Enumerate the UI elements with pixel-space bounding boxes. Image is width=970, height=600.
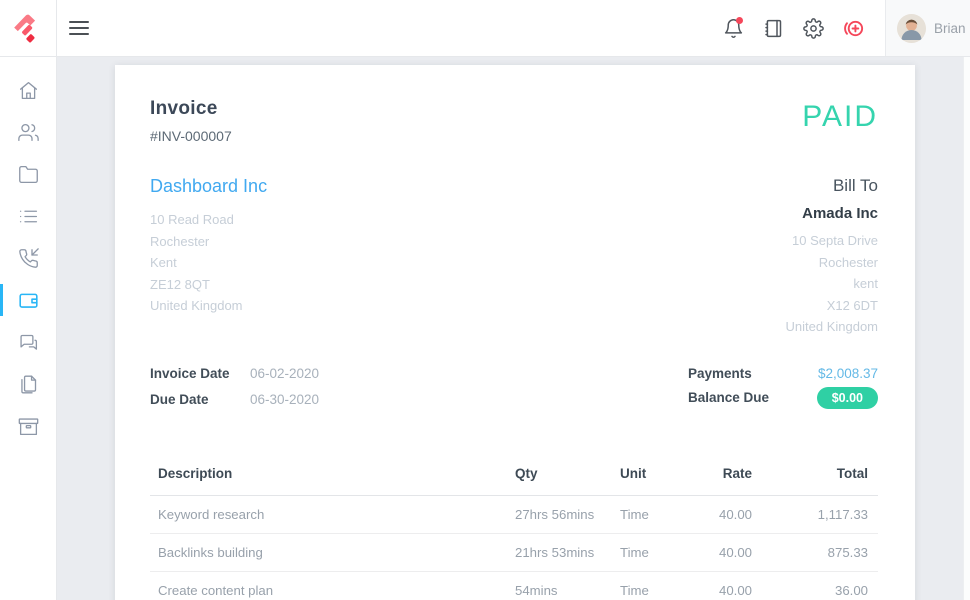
topbar: Brian	[0, 0, 970, 57]
invoice-header: Invoice #INV-000007 PAID	[150, 98, 878, 144]
home-icon	[18, 80, 39, 101]
user-menu[interactable]: Brian	[885, 0, 970, 56]
balance-due-badge: $0.00	[817, 387, 878, 409]
table-header-row: Description Qty Unit Rate Total	[150, 456, 878, 496]
documents-icon	[18, 374, 39, 395]
line-items-table: Description Qty Unit Rate Total Keyword …	[150, 456, 878, 600]
cell-rate: 40.00	[712, 533, 752, 571]
payments-label: Payments	[688, 366, 788, 381]
col-unit: Unit	[612, 456, 712, 496]
bill-to-company: Amada Inc	[786, 205, 879, 222]
totals-block: Payments $2,008.37 Balance Due $0.00	[688, 366, 878, 418]
address-line: ZE12 8QT	[150, 274, 267, 296]
address-line: Kent	[150, 252, 267, 274]
cell-qty: 21hrs 53mins	[507, 533, 612, 571]
notification-dot	[736, 17, 743, 24]
cell-total: 875.33	[752, 533, 878, 571]
sidebar-item-messages[interactable]	[0, 321, 57, 363]
col-rate: Rate	[712, 456, 752, 496]
avatar	[897, 14, 926, 43]
sidebar-item-calls[interactable]	[0, 237, 57, 279]
notifications-bell-icon[interactable]	[721, 16, 745, 40]
address-line: Rochester	[786, 252, 879, 274]
cell-qty: 27hrs 56mins	[507, 495, 612, 533]
cell-description: Keyword research	[150, 495, 507, 533]
invoice-number: #INV-000007	[150, 128, 232, 144]
folder-icon	[18, 164, 39, 185]
cell-description: Create content plan	[150, 571, 507, 600]
contacts-icon	[18, 122, 39, 143]
sender-block: Dashboard Inc 10 Read Road Rochester Ken…	[150, 176, 267, 338]
cell-total: 1,117.33	[752, 495, 878, 533]
incoming-call-icon	[18, 248, 39, 269]
bill-to-heading: Bill To	[786, 176, 879, 196]
address-line: 10 Read Road	[150, 209, 267, 231]
wallet-invoices-icon	[18, 290, 39, 311]
cell-unit: Time	[612, 533, 712, 571]
brand-logo-icon	[11, 11, 45, 45]
main-content: Invoice #INV-000007 PAID Dashboard Inc 1…	[57, 57, 970, 600]
app-logo[interactable]	[0, 0, 57, 56]
table-row[interactable]: Keyword research 27hrs 56mins Time 40.00…	[150, 495, 878, 533]
sidebar-item-projects[interactable]	[0, 153, 57, 195]
invoice-parties: Dashboard Inc 10 Read Road Rochester Ken…	[150, 176, 878, 338]
address-line: United Kingdom	[150, 295, 267, 317]
address-line: United Kingdom	[786, 316, 879, 338]
address-line: 10 Septa Drive	[786, 230, 879, 252]
cell-qty: 54mins	[507, 571, 612, 600]
dates-block: Invoice Date 06-02-2020 Due Date 06-30-2…	[150, 366, 319, 418]
table-row[interactable]: Backlinks building 21hrs 53mins Time 40.…	[150, 533, 878, 571]
invoice-card: Invoice #INV-000007 PAID Dashboard Inc 1…	[115, 65, 915, 600]
sidebar-item-documents[interactable]	[0, 363, 57, 405]
address-line: kent	[786, 273, 879, 295]
payments-value[interactable]: $2,008.37	[818, 366, 878, 381]
cell-rate: 40.00	[712, 495, 752, 533]
settings-gear-icon[interactable]	[801, 16, 825, 40]
journal-icon[interactable]	[761, 16, 785, 40]
bill-to-address: 10 Septa Drive Rochester kent X12 6DT Un…	[786, 230, 879, 338]
line-items-section: Description Qty Unit Rate Total Keyword …	[150, 456, 878, 600]
col-description: Description	[150, 456, 507, 496]
sender-company-link[interactable]: Dashboard Inc	[150, 176, 267, 197]
sender-address: 10 Read Road Rochester Kent ZE12 8QT Uni…	[150, 209, 267, 317]
sidebar-item-archive[interactable]	[0, 405, 57, 447]
address-line: Rochester	[150, 231, 267, 253]
sidebar-item-contacts[interactable]	[0, 111, 57, 153]
list-icon	[18, 206, 39, 227]
col-qty: Qty	[507, 456, 612, 496]
cell-total: 36.00	[752, 571, 878, 600]
col-total: Total	[752, 456, 878, 496]
balance-due-label: Balance Due	[688, 390, 788, 405]
status-badge: PAID	[802, 102, 878, 132]
topbar-actions	[721, 16, 865, 40]
sidebar-item-invoices[interactable]	[0, 279, 57, 321]
due-date-label: Due Date	[150, 392, 250, 407]
invoice-date-value: 06-02-2020	[250, 366, 319, 381]
invoice-date-label: Invoice Date	[150, 366, 250, 381]
sidebar-item-tasks[interactable]	[0, 195, 57, 237]
quick-add-icon[interactable]	[841, 16, 865, 40]
scrollbar[interactable]	[963, 57, 970, 600]
menu-toggle-button[interactable]	[69, 10, 105, 46]
cell-rate: 40.00	[712, 571, 752, 600]
cell-unit: Time	[612, 495, 712, 533]
due-date-value: 06-30-2020	[250, 392, 319, 407]
bill-to-block: Bill To Amada Inc 10 Septa Drive Rochest…	[786, 176, 879, 338]
sidebar-item-home[interactable]	[0, 69, 57, 111]
cell-description: Backlinks building	[150, 533, 507, 571]
chat-icon	[18, 332, 39, 353]
archive-icon	[18, 416, 39, 437]
invoice-meta: Invoice Date 06-02-2020 Due Date 06-30-2…	[150, 366, 878, 418]
cell-unit: Time	[612, 571, 712, 600]
address-line: X12 6DT	[786, 295, 879, 317]
sidebar	[0, 57, 57, 600]
table-row[interactable]: Create content plan 54mins Time 40.00 36…	[150, 571, 878, 600]
user-name: Brian	[934, 21, 966, 36]
page-title: Invoice	[150, 98, 232, 120]
